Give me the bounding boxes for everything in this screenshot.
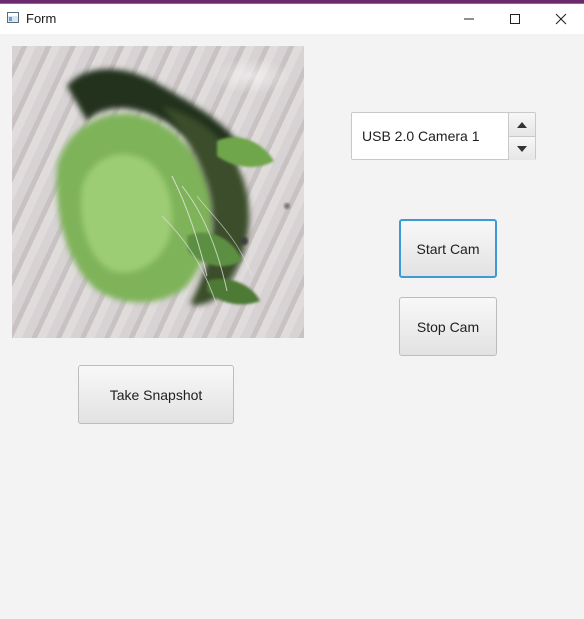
spinner-up-button[interactable] [508,113,535,137]
triangle-down-icon [517,145,527,152]
minimize-button[interactable] [446,4,492,34]
take-snapshot-button[interactable]: Take Snapshot [78,365,234,424]
title-bar[interactable]: Form [0,4,584,34]
camera-preview-image [12,46,304,338]
camera-frame-drawing [56,69,290,307]
minimize-icon [464,18,474,20]
form-window: Form USB 2.0 Camera 1 Start Cam Stop Cam… [0,3,584,619]
spinner-down-button[interactable] [508,137,535,160]
maximize-button[interactable] [492,4,538,34]
triangle-up-icon [517,121,527,128]
maximize-icon [510,14,520,24]
window-title: Form [26,11,57,26]
app-window-icon [7,12,19,23]
close-button[interactable] [538,4,584,34]
camera-spinner[interactable]: USB 2.0 Camera 1 [351,112,536,160]
close-icon [555,13,567,25]
start-cam-button[interactable]: Start Cam [399,219,497,278]
camera-spinner-value: USB 2.0 Camera 1 [362,128,480,144]
stop-cam-button[interactable]: Stop Cam [399,297,497,356]
